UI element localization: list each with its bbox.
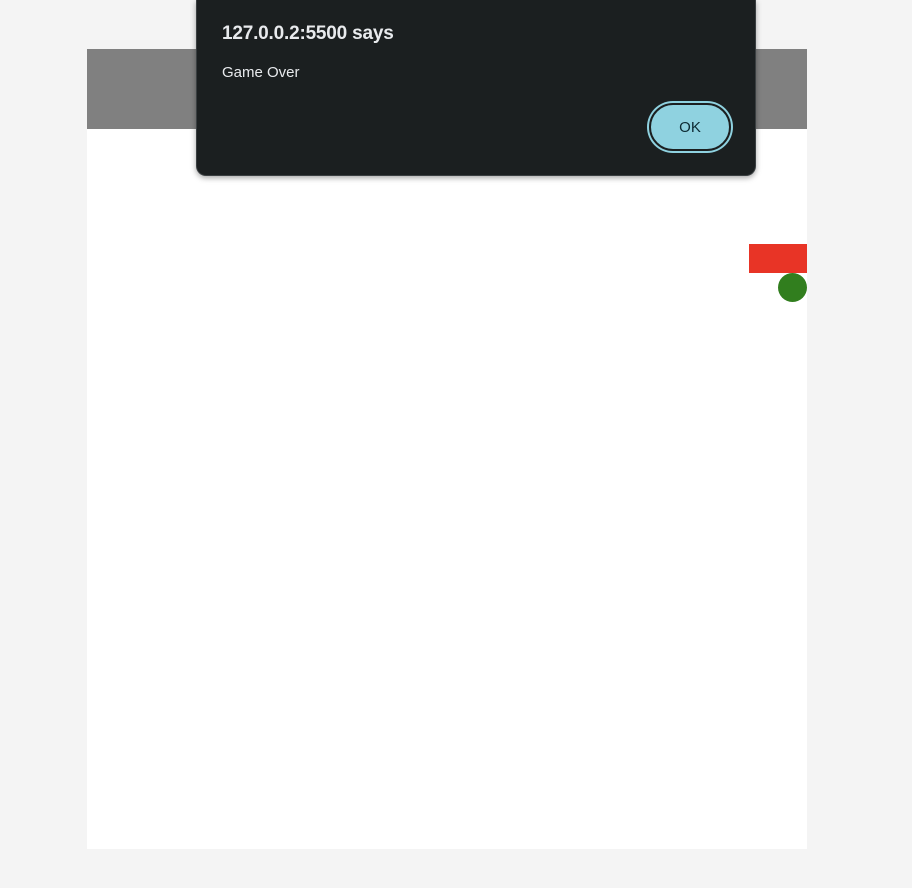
alert-title: 127.0.0.2:5500 says xyxy=(222,23,394,44)
alert-dialog: 127.0.0.2:5500 says Game Over OK xyxy=(196,0,756,176)
game-board xyxy=(87,129,807,849)
alert-message: Game Over xyxy=(222,64,300,81)
ok-button[interactable]: OK xyxy=(649,103,731,151)
food-dot xyxy=(778,273,807,302)
snake-segment xyxy=(749,244,807,273)
page: 127.0.0.2:5500 says Game Over OK xyxy=(0,0,912,888)
